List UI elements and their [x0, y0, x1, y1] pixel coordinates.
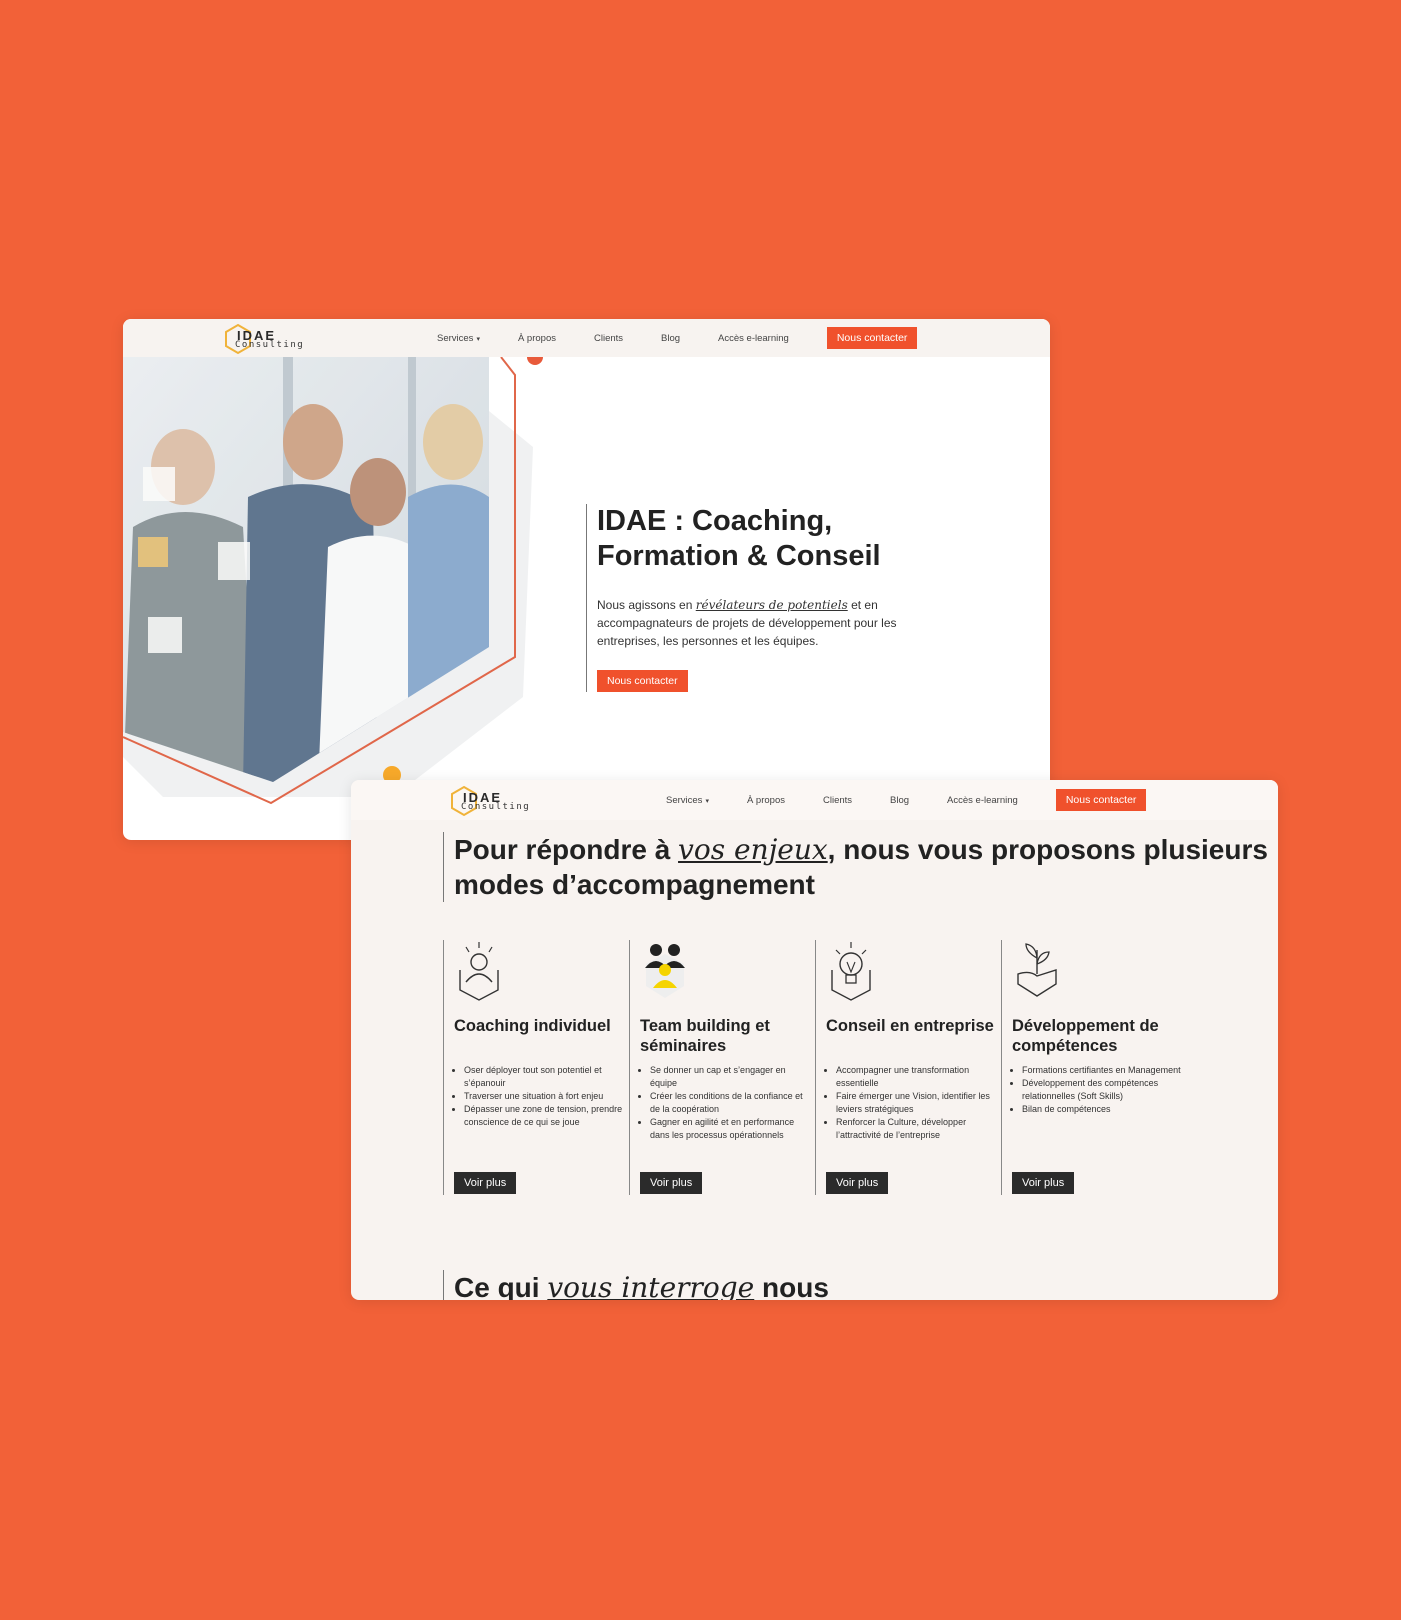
service-title: Développement de compétences	[1012, 1017, 1159, 1055]
caret-down-icon: ▾	[476, 335, 480, 343]
service-bullet: Formations certifiantes en Management	[1022, 1064, 1187, 1077]
service-bullet: Renforcer la Culture, développer l’attra…	[836, 1116, 1001, 1142]
plant-hand-icon	[1017, 943, 1057, 997]
hero-contact-button[interactable]: Nous contacter	[597, 670, 688, 692]
service-bullets: Formations certifiantes en Management Dé…	[1012, 1064, 1187, 1116]
main-menu: Services ▾ À propos Clients Blog Accès e-…	[437, 319, 918, 357]
voir-plus-button[interactable]: Voir plus	[826, 1172, 889, 1194]
services-grid: Coaching individuel Oser déployer tout s…	[443, 940, 1187, 1195]
service-title: Conseil en entreprise	[826, 1017, 994, 1035]
service-bullet: Se donner un cap et s’engager en équipe	[650, 1064, 815, 1090]
logo[interactable]: IDAE Consulting	[449, 785, 529, 817]
service-bullets: Oser déployer tout son potentiel et s’ép…	[454, 1064, 629, 1129]
hero-description: Nous agissons en révélateurs de potentie…	[597, 596, 952, 650]
person-icon	[459, 942, 499, 1001]
service-card-competences: Développement de compétences Formations …	[1001, 940, 1187, 1195]
service-bullet: Bilan de compétences	[1022, 1103, 1187, 1116]
voir-plus-button[interactable]: Voir plus	[1012, 1172, 1075, 1194]
service-card-conseil: Conseil en entreprise Accompagner une tr…	[815, 940, 1001, 1195]
nav-item-services[interactable]: Services ▾	[666, 795, 709, 806]
nav-item-clients[interactable]: Clients	[823, 795, 852, 806]
logo[interactable]: IDAE Consulting	[223, 323, 303, 355]
service-bullet: Traverser une situation à fort enjeu	[464, 1090, 629, 1103]
hero-photo	[123, 357, 543, 805]
service-title: Team building et séminaires	[640, 1017, 770, 1055]
hero-content: IDAE : Coaching, Formation & Conseil Nou…	[586, 504, 977, 692]
nav-item-blog[interactable]: Blog	[890, 795, 909, 806]
nav-contact-button[interactable]: Nous contacter	[1055, 789, 1147, 811]
hero-page-screenshot: IDAE Consulting Services ▾ À propos Clien…	[123, 319, 1050, 840]
nav-item-about[interactable]: À propos	[518, 333, 556, 344]
hero-title: IDAE : Coaching, Formation & Conseil	[597, 504, 977, 574]
section-title: Pour répondre à vos enjeux, nous vous pr…	[454, 832, 1278, 902]
service-card-coaching: Coaching individuel Oser déployer tout s…	[443, 940, 629, 1195]
main-menu: Services ▾ À propos Clients Blog Accès e-…	[666, 780, 1147, 820]
hero-desc-highlight: révélateurs de potentiels	[695, 598, 848, 612]
nav-item-about[interactable]: À propos	[747, 795, 785, 806]
section-heading: Pour répondre à vos enjeux, nous vous pr…	[443, 832, 1278, 902]
next-title-highlight: vous interroge	[547, 1271, 755, 1300]
lightbulb-icon	[831, 942, 871, 1001]
service-bullets: Se donner un cap et s’engager en équipe …	[640, 1064, 815, 1142]
nav-services-label: Services	[437, 332, 474, 344]
nav-item-services[interactable]: Services ▾	[437, 333, 480, 344]
top-nav: IDAE Consulting Services ▾ À propos Clien…	[351, 780, 1278, 820]
service-bullet: Créer les conditions de la confiance et …	[650, 1090, 815, 1116]
hero-desc-before: Nous agissons en	[597, 598, 696, 612]
service-bullet: Faire émerger une Vision, identifier les…	[836, 1090, 1001, 1116]
nav-item-elearning[interactable]: Accès e-learning	[718, 333, 789, 344]
section-title-before: Pour répondre à	[454, 834, 679, 865]
next-title-after: nous	[754, 1272, 829, 1300]
next-title-before: Ce qui	[454, 1272, 548, 1300]
logo-subtitle: Consulting	[235, 340, 305, 350]
services-page-screenshot: IDAE Consulting Services ▾ À propos Clien…	[351, 780, 1278, 1300]
hero-title-line2: Formation & Conseil	[597, 540, 881, 572]
team-icon	[645, 944, 685, 998]
top-nav: IDAE Consulting Services ▾ À propos Clien…	[123, 319, 1050, 357]
service-bullet: Développement des compétences relationne…	[1022, 1077, 1187, 1103]
voir-plus-button[interactable]: Voir plus	[640, 1172, 703, 1194]
service-card-team-building: Team building et séminaires Se donner un…	[629, 940, 815, 1195]
hero-title-line1: IDAE : Coaching,	[597, 505, 833, 537]
nav-item-blog[interactable]: Blog	[661, 333, 680, 344]
section-title-highlight: vos enjeux	[678, 833, 828, 866]
service-title: Coaching individuel	[454, 1017, 611, 1035]
service-bullet: Accompagner une transformation essentiel…	[836, 1064, 1001, 1090]
logo-subtitle: Consulting	[461, 802, 531, 812]
nav-item-elearning[interactable]: Accès e-learning	[947, 795, 1018, 806]
next-section-title: Ce qui vous interroge nous	[454, 1270, 829, 1300]
service-bullets: Accompagner une transformation essentiel…	[826, 1064, 1001, 1142]
service-bullet: Oser déployer tout son potentiel et s’ép…	[464, 1064, 629, 1090]
nav-item-clients[interactable]: Clients	[594, 333, 623, 344]
service-bullet: Dépasser une zone de tension, prendre co…	[464, 1103, 629, 1129]
voir-plus-button[interactable]: Voir plus	[454, 1172, 517, 1194]
nav-services-label: Services	[666, 794, 703, 806]
service-bullet: Gagner en agilité et en performance dans…	[650, 1116, 815, 1142]
caret-down-icon: ▾	[705, 797, 709, 805]
nav-contact-button[interactable]: Nous contacter	[826, 327, 918, 349]
next-section-heading: Ce qui vous interroge nous	[443, 1270, 829, 1300]
